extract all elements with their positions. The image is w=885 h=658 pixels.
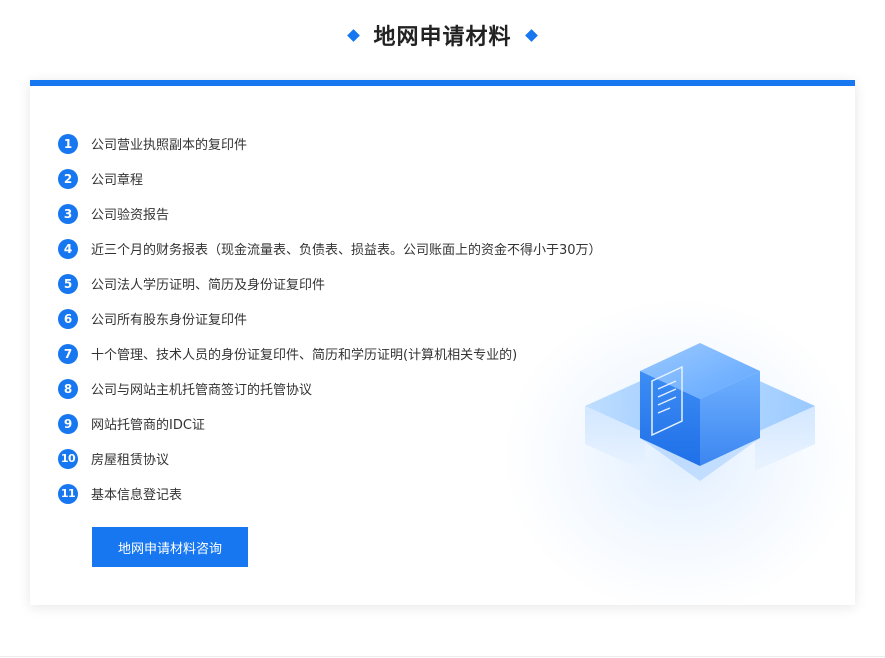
item-number-badge: 8 [58, 378, 78, 399]
list-item: 4 近三个月的财务报表（现金流量表、负债表、损益表。公司账面上的资金不得小于30万… [58, 231, 602, 266]
item-number-badge: 7 [58, 343, 78, 364]
divider [0, 656, 885, 657]
list-item: 8 公司与网站主机托管商签订的托管协议 [58, 371, 602, 406]
item-text: 基本信息登记表 [91, 488, 183, 503]
item-number-badge: 6 [58, 308, 78, 329]
item-text: 公司营业执照副本的复印件 [91, 138, 248, 153]
list-item: 6 公司所有股东身份证复印件 [58, 301, 602, 336]
item-number-badge: 2 [58, 168, 78, 189]
item-text: 公司章程 [91, 173, 144, 188]
diamond-left-icon [347, 28, 361, 42]
list-item: 10 房屋租赁协议 [58, 441, 602, 476]
item-text: 近三个月的财务报表（现金流量表、负债表、损益表。公司账面上的资金不得小于30万） [91, 243, 602, 258]
page-title: 地网申请材料 [373, 25, 512, 50]
diamond-right-icon [524, 28, 538, 42]
item-number-badge: 10 [58, 448, 78, 469]
item-text: 公司与网站主机托管商签订的托管协议 [91, 383, 313, 398]
item-number-badge: 1 [58, 133, 78, 154]
list-item: 9 网站托管商的IDC证 [58, 406, 602, 441]
materials-list: 1 公司营业执照副本的复印件 2 公司章程 3 公司验资报告 4 近三个月的财务报表（现… [58, 126, 602, 511]
item-text: 公司所有股东身份证复印件 [91, 313, 248, 328]
item-number-badge: 9 [58, 413, 78, 434]
item-text: 公司验资报告 [91, 208, 170, 223]
item-text: 十个管理、技术人员的身份证复印件、简历和学历证明(计算机相关专业的) [91, 348, 518, 363]
materials-card: 1 公司营业执照副本的复印件 2 公司章程 3 公司验资报告 4 近三个月的财务报表（现… [30, 80, 855, 605]
consult-button[interactable]: 地网申请材料咨询 [92, 527, 248, 567]
item-text: 房屋租赁协议 [91, 453, 170, 468]
list-item: 11 基本信息登记表 [58, 476, 602, 511]
list-item: 2 公司章程 [58, 161, 602, 196]
item-number-badge: 4 [58, 238, 78, 259]
list-item: 3 公司验资报告 [58, 196, 602, 231]
section-header: 地网申请材料 [0, 0, 885, 70]
item-text: 网站托管商的IDC证 [91, 418, 205, 433]
server-document-icon [585, 343, 815, 481]
list-item: 7 十个管理、技术人员的身份证复印件、简历和学历证明(计算机相关专业的) [58, 336, 602, 371]
list-item: 1 公司营业执照副本的复印件 [58, 126, 602, 161]
item-number-badge: 5 [58, 273, 78, 294]
item-number-badge: 3 [58, 203, 78, 224]
item-text: 公司法人学历证明、简历及身份证复印件 [91, 278, 326, 293]
list-item: 5 公司法人学历证明、简历及身份证复印件 [58, 266, 602, 301]
item-number-badge: 11 [58, 483, 78, 504]
